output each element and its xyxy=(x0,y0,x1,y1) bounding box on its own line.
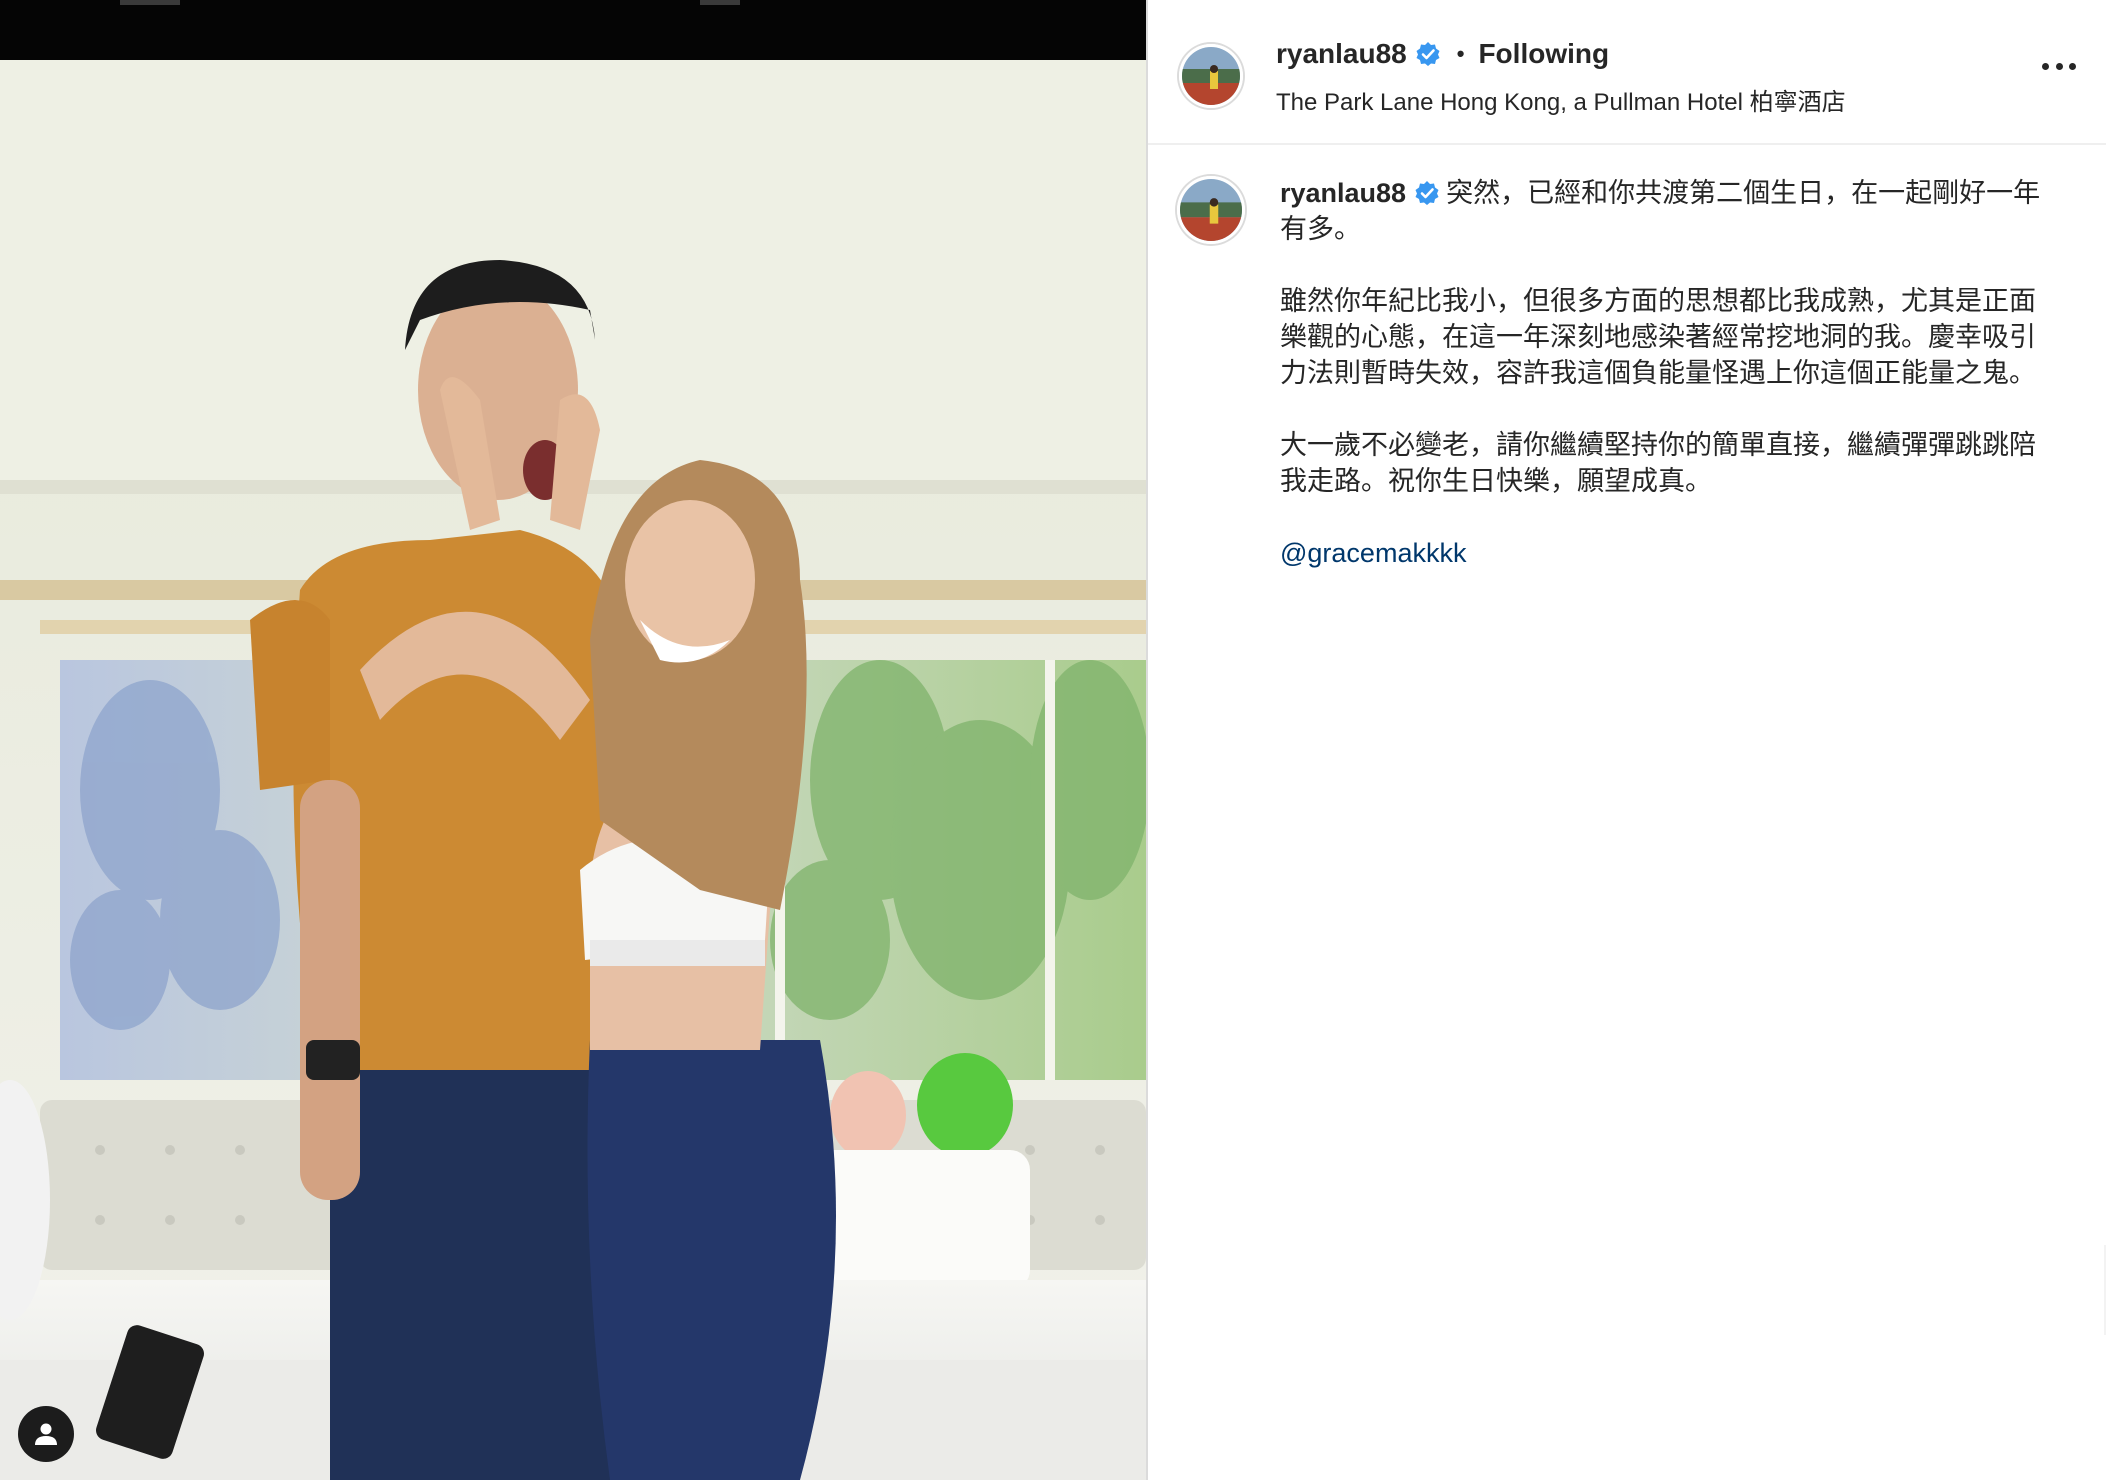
top-dark-strip xyxy=(0,0,1146,60)
avatar-image xyxy=(1182,47,1240,105)
caption-text: ryanlau88 突然，已經和你共渡第二個生日，在一起剛好一年有多。 雖然你年紀… xyxy=(1280,175,2060,571)
separator-dot: • xyxy=(1456,41,1465,66)
caption-username[interactable]: ryanlau88 xyxy=(1280,178,1406,208)
author-avatar[interactable] xyxy=(1179,44,1243,108)
post-location[interactable]: The Park Lane Hong Kong, a Pullman Hotel… xyxy=(1276,82,1846,117)
post-photo-illustration xyxy=(0,60,1146,1480)
tagged-users-button[interactable] xyxy=(18,1406,74,1462)
following-button[interactable]: Following xyxy=(1478,38,1609,70)
avatar-image xyxy=(1180,179,1242,241)
user-tag-icon xyxy=(35,1423,57,1445)
author-username[interactable]: ryanlau88 xyxy=(1276,38,1407,70)
instagram-post-view: ryanlau88 • Following The Park Lane Hong… xyxy=(0,0,2106,1480)
post-header: ryanlau88 • Following The Park Lane Hong… xyxy=(1148,0,2106,145)
caption-author-avatar[interactable] xyxy=(1177,176,1245,244)
more-options-icon[interactable] xyxy=(2042,60,2076,72)
post-photo[interactable] xyxy=(0,60,1146,1480)
caption-paragraph-3: 大一歲不必變老，請你繼續堅持你的簡單直接，繼續彈彈跳跳陪我走路。祝你生日快樂，願… xyxy=(1280,430,2036,496)
post-author-row: ryanlau88 • Following xyxy=(1276,38,1609,70)
mention-link[interactable]: @gracemakkkk xyxy=(1280,535,2060,571)
caption-paragraph-2: 雖然你年紀比我小，但很多方面的思想都比我成熟，尤其是正面樂觀的心態，在這一年深刻… xyxy=(1280,286,2036,388)
post-side-panel: ryanlau88 • Following The Park Lane Hong… xyxy=(1148,0,2106,1480)
verified-badge-icon xyxy=(1416,42,1440,66)
caption-first-paragraph: ryanlau88 突然，已經和你共渡第二個生日，在一起剛好一年有多。 xyxy=(1280,175,2060,247)
verified-badge-icon xyxy=(1415,181,1439,205)
